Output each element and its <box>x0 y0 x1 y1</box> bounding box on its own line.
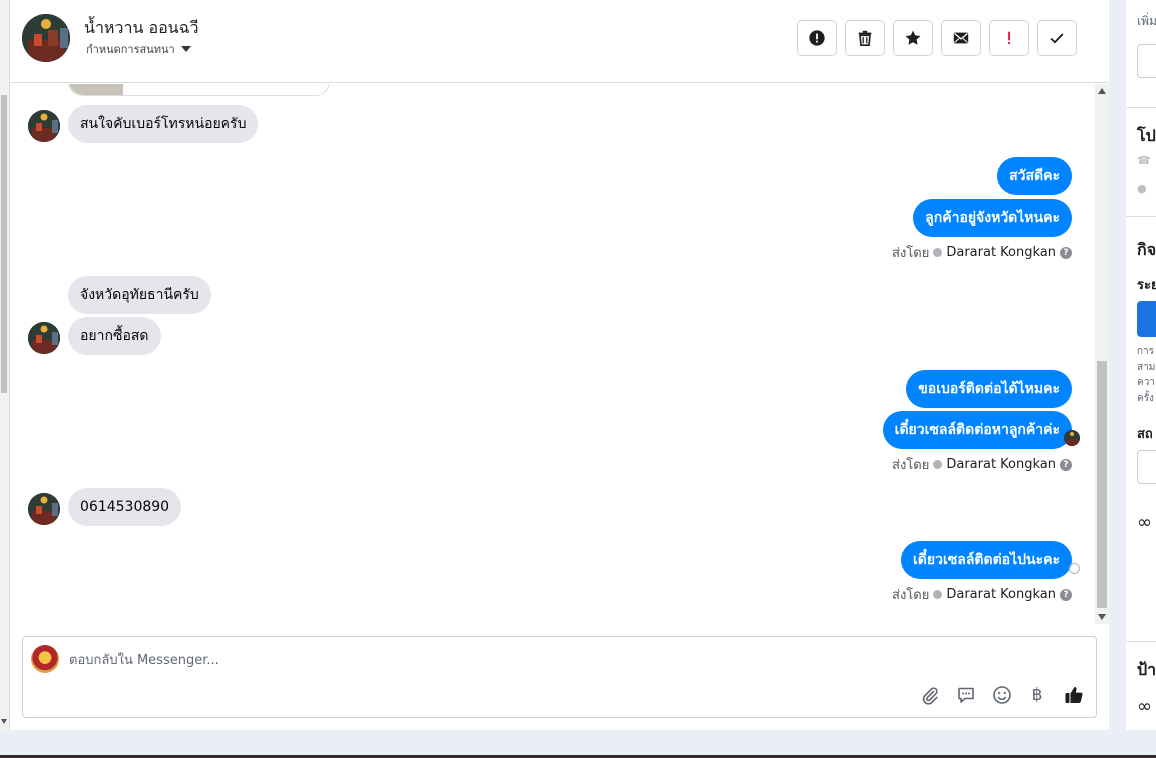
caret-down-icon <box>180 46 191 52</box>
infinity-icon[interactable]: ∞ <box>1137 512 1152 533</box>
message-bubble-outgoing[interactable]: ขอเบอร์ติดต่อได้ไหมคะ <box>906 370 1072 408</box>
location-pin-icon: ● <box>1137 182 1147 195</box>
app-root: น้ำหวาน ออนฉวี กำหนดการสนทนา สนใจคับเบอร… <box>0 0 1156 758</box>
sent-by-prefix: ส่งโดย <box>892 458 930 473</box>
message-list-scrollbar-thumb[interactable] <box>1097 361 1107 608</box>
message-bubble-incoming[interactable]: สนใจคับเบอร์โทรหน่อยครับ <box>68 105 259 143</box>
attachment-thumbnail[interactable] <box>69 84 123 95</box>
conversation-panel: น้ำหวาน ออนฉวี กำหนดการสนทนา สนใจคับเบอร… <box>10 0 1109 730</box>
labels-section-title: ป้า <box>1137 660 1156 679</box>
note-line: ควา <box>1137 377 1155 388</box>
reply-composer: ฿ <box>22 636 1097 718</box>
verified-check-icon <box>933 590 943 599</box>
sent-by-prefix: ส่งโดย <box>892 588 930 603</box>
activity-primary-button[interactable] <box>1137 301 1156 337</box>
mark-done-button[interactable] <box>1037 20 1077 56</box>
star-icon <box>905 30 921 45</box>
like-button[interactable] <box>1063 684 1085 706</box>
mark-spam-button[interactable] <box>797 20 837 56</box>
status-input[interactable] <box>1137 450 1156 484</box>
message-bubble-outgoing[interactable]: ลูกค้าอยู่จังหวัดไหนคะ <box>913 199 1072 237</box>
emoji-button[interactable] <box>991 684 1013 706</box>
details-input[interactable] <box>1137 44 1156 78</box>
sent-by-label: ส่งโดย Dararat Kongkan ? <box>892 454 1072 475</box>
profile-section-title: โป <box>1137 126 1156 145</box>
activity-section-title: กิจ <box>1137 240 1156 259</box>
message-bubble-outgoing[interactable]: เดี๋ยวเซลล์ติดต่อหาลูกค้าค่ะ <box>882 411 1072 449</box>
assign-conversation-label: กำหนดการสนทนา <box>86 43 175 56</box>
help-icon[interactable]: ? <box>1060 458 1072 471</box>
trash-icon <box>858 30 872 47</box>
sent-by-name: Dararat Kongkan <box>946 457 1056 472</box>
message-bubble-outgoing[interactable]: เดี๋ยวเซลล์ติดต่อไปนะคะ <box>901 541 1072 579</box>
envelope-icon <box>953 32 969 44</box>
delete-button[interactable] <box>845 20 885 56</box>
labels-infinity-icon[interactable]: ∞ <box>1137 696 1152 717</box>
note-line: สาม <box>1137 361 1156 373</box>
sent-by-prefix: ส่งโดย <box>892 246 930 261</box>
sender-avatar[interactable] <box>28 322 60 354</box>
section-divider <box>1126 216 1156 217</box>
scroll-down-arrow-icon[interactable] <box>1 719 7 724</box>
verified-check-icon <box>933 460 943 469</box>
saved-replies-button[interactable] <box>955 684 977 706</box>
help-icon[interactable]: ? <box>1060 246 1072 259</box>
assign-conversation-dropdown[interactable]: กำหนดการสนทนา <box>86 40 191 58</box>
sent-status-icon <box>1069 563 1080 574</box>
paperclip-icon <box>922 687 938 705</box>
page-scrollbar[interactable] <box>0 0 10 730</box>
scroll-up-arrow-icon[interactable] <box>1098 88 1106 94</box>
activity-subtitle: ระย <box>1137 278 1156 293</box>
sent-by-name: Dararat Kongkan <box>946 587 1056 602</box>
sender-avatar[interactable] <box>28 110 60 142</box>
help-icon[interactable]: ? <box>1060 588 1072 601</box>
seen-by-avatar <box>1064 430 1080 446</box>
window-bottom-edge <box>0 730 1156 758</box>
chat-bubble-icon <box>958 687 974 703</box>
attach-button[interactable] <box>919 684 941 706</box>
message-bubble-incoming[interactable]: จังหวัดอุทัยธานีครับ <box>68 276 211 314</box>
message-list[interactable]: สนใจคับเบอร์โทรหน่อยครับ สวัสดีคะ ลูกค้า… <box>10 84 1095 624</box>
add-label: เพิ่ม <box>1137 14 1156 28</box>
message-bubble-incoming[interactable]: อยากซื้อสด <box>68 317 161 355</box>
sender-avatar[interactable] <box>28 493 60 525</box>
sent-by-label: ส่งโดย Dararat Kongkan ? <box>892 242 1072 263</box>
image-attachment-preview[interactable] <box>68 84 330 96</box>
exclamation-icon <box>1008 31 1011 45</box>
contact-avatar[interactable] <box>22 14 70 62</box>
message-bubble-incoming[interactable]: 0614530890 <box>68 488 182 526</box>
thumbs-up-icon <box>1065 687 1083 703</box>
message-bubble-outgoing[interactable]: สวัสดีคะ <box>997 157 1072 195</box>
sent-by-name: Dararat Kongkan <box>946 245 1056 260</box>
sent-by-label: ส่งโดย Dararat Kongkan ? <box>892 584 1072 605</box>
scroll-down-arrow-icon[interactable] <box>1098 614 1106 620</box>
page-avatar <box>31 645 59 673</box>
activity-note: การ สาม ควา ครั้ง <box>1137 344 1155 406</box>
status-label: สถ <box>1137 427 1153 442</box>
phone-icon: ☎ <box>1137 154 1151 167</box>
message-list-scrollbar[interactable] <box>1095 84 1109 624</box>
contact-name: น้ำหวาน ออนฉวี <box>84 18 199 37</box>
check-icon <box>1050 33 1064 44</box>
reply-input[interactable] <box>69 649 669 671</box>
payment-button[interactable]: ฿ <box>1026 684 1048 706</box>
note-line: การ <box>1137 346 1155 357</box>
contact-details-panel: เพิ่ม โป ☎ ● กิจ ระย การ สาม ควา ครั้ง ส… <box>1126 0 1156 730</box>
page-scrollbar-thumb[interactable] <box>1 95 7 393</box>
section-divider <box>1126 107 1156 108</box>
alert-circle-icon <box>809 30 825 46</box>
verified-check-icon <box>933 248 943 257</box>
star-button[interactable] <box>893 20 933 56</box>
smiley-icon <box>993 686 1011 704</box>
note-line: ครั้ง <box>1137 392 1154 404</box>
section-divider <box>1126 641 1156 642</box>
baht-icon: ฿ <box>1031 685 1043 705</box>
conversation-header: น้ำหวาน ออนฉวี กำหนดการสนทนา <box>10 0 1109 83</box>
mark-unread-button[interactable] <box>941 20 981 56</box>
follow-up-button[interactable] <box>989 20 1029 56</box>
